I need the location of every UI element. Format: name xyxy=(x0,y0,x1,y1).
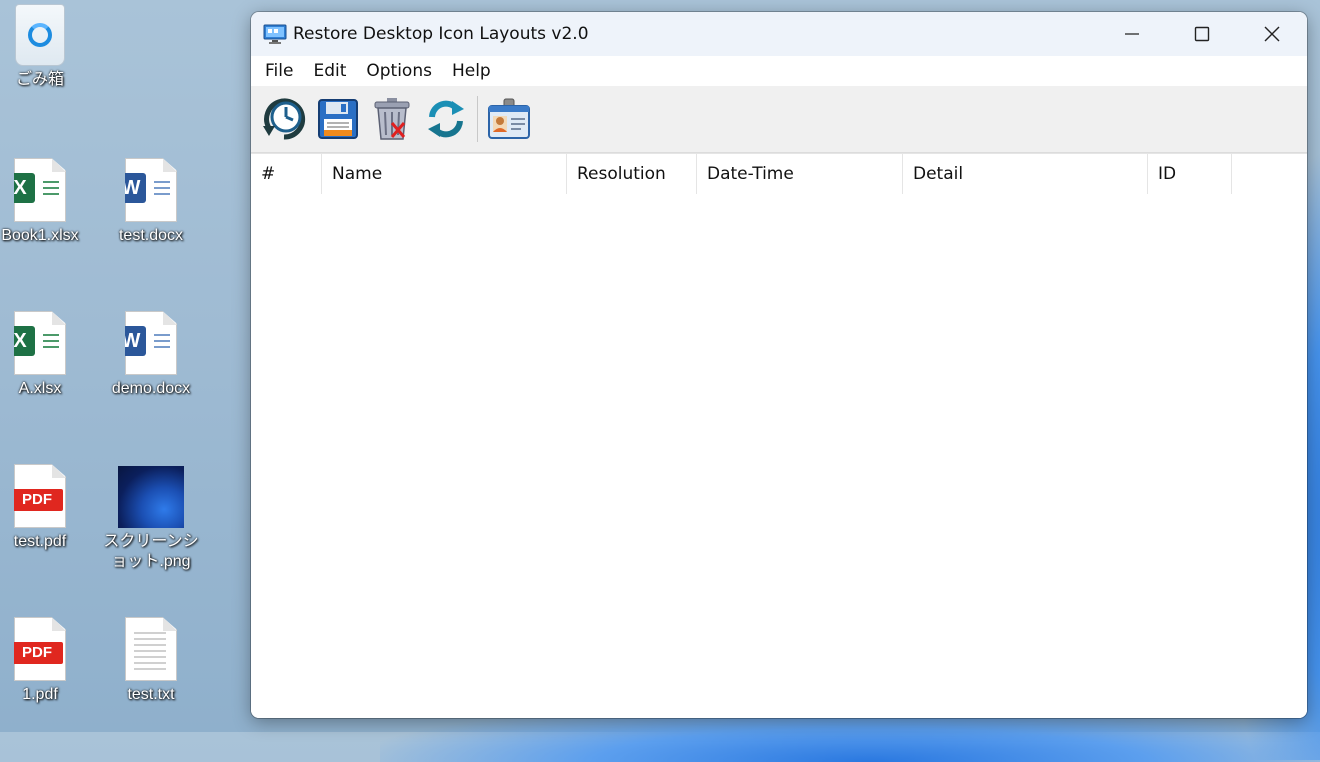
menu-file[interactable]: File xyxy=(255,61,303,81)
desktop-icon-label: test.pdf xyxy=(13,533,67,550)
desktop-icon-screenshot-png[interactable]: スクリーンショット.png xyxy=(101,466,201,572)
desktop-icon-label: ごみ箱 xyxy=(15,71,64,88)
column-header-date-time[interactable]: Date-Time xyxy=(697,154,903,194)
image-thumbnail-icon xyxy=(118,466,184,528)
list-header: # Name Resolution Date-Time Detail ID xyxy=(251,153,1307,195)
pdf-file-icon: PDF xyxy=(14,464,66,528)
desktop-icon-1-pdf[interactable]: PDF 1.pdf xyxy=(0,617,90,705)
minimize-icon xyxy=(1125,33,1139,35)
desktop-icon-book1-xlsx[interactable]: X Book1.xlsx xyxy=(0,158,90,246)
menu-bar: File Edit Options Help xyxy=(251,56,1307,86)
menu-options[interactable]: Options xyxy=(356,61,442,81)
desktop-icon-label: test.docx xyxy=(118,227,184,244)
desktop-icon-label: スクリーンショット.png xyxy=(103,533,199,570)
restore-layout-button[interactable] xyxy=(257,92,311,146)
refresh-button[interactable] xyxy=(419,92,473,146)
column-header-name[interactable]: Name xyxy=(322,154,567,194)
maximize-icon xyxy=(1194,26,1210,42)
desktop-icon-demo-docx[interactable]: W demo.docx xyxy=(101,311,201,399)
id-card-icon xyxy=(488,98,530,139)
close-icon xyxy=(1264,26,1280,42)
restore-clock-icon xyxy=(263,98,306,140)
desktop-icon-label: Book1.xlsx xyxy=(1,227,79,244)
text-file-icon xyxy=(125,617,177,681)
toolbar-separator xyxy=(477,96,478,142)
desktop-icon-test-pdf[interactable]: PDF test.pdf xyxy=(0,464,90,552)
desktop-icon-label: 1.pdf xyxy=(22,686,58,703)
app-window: Restore Desktop Icon Layouts v2.0 File E… xyxy=(251,12,1307,718)
excel-file-icon: X xyxy=(14,158,66,222)
maximize-button[interactable] xyxy=(1167,12,1237,56)
save-layout-button[interactable] xyxy=(311,92,365,146)
title-bar[interactable]: Restore Desktop Icon Layouts v2.0 xyxy=(251,12,1307,56)
properties-button[interactable] xyxy=(482,92,536,146)
menu-edit[interactable]: Edit xyxy=(303,61,356,81)
close-button[interactable] xyxy=(1237,12,1307,56)
toolbar xyxy=(251,86,1307,153)
excel-file-icon: X xyxy=(14,311,66,375)
recycle-bin-icon xyxy=(15,4,65,66)
column-header-id[interactable]: ID xyxy=(1148,154,1232,194)
delete-trash-icon xyxy=(374,98,410,140)
menu-help[interactable]: Help xyxy=(442,61,501,81)
column-header-number[interactable]: # xyxy=(251,154,322,194)
desktop-icon-label: demo.docx xyxy=(111,380,191,397)
save-floppy-icon xyxy=(318,99,358,139)
desktop-icon-recycle-bin[interactable]: ごみ箱 xyxy=(0,4,90,90)
delete-layout-button[interactable] xyxy=(365,92,419,146)
desktop-icon-test-txt[interactable]: test.txt xyxy=(101,617,201,705)
pdf-file-icon: PDF xyxy=(14,617,66,681)
desktop-icon-test-docx[interactable]: W test.docx xyxy=(101,158,201,246)
desktop-icon-label: A.xlsx xyxy=(18,380,62,397)
word-file-icon: W xyxy=(125,158,177,222)
refresh-icon xyxy=(428,100,464,138)
desktop-icon-a-xlsx[interactable]: X A.xlsx xyxy=(0,311,90,399)
layout-list[interactable] xyxy=(251,194,1307,718)
word-file-icon: W xyxy=(125,311,177,375)
app-icon xyxy=(263,24,287,44)
desktop-icon-label: test.txt xyxy=(127,686,175,703)
window-title: Restore Desktop Icon Layouts v2.0 xyxy=(293,24,589,44)
column-header-detail[interactable]: Detail xyxy=(903,154,1148,194)
minimize-button[interactable] xyxy=(1097,12,1167,56)
column-header-resolution[interactable]: Resolution xyxy=(567,154,697,194)
